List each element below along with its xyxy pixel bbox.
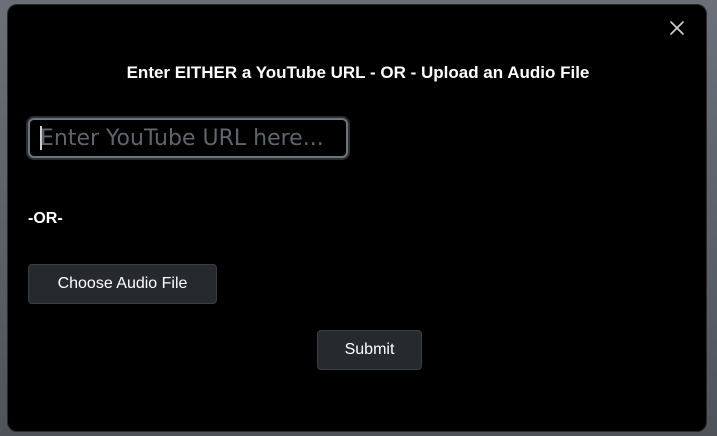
- submit-button[interactable]: Submit: [317, 330, 422, 370]
- close-icon: [670, 21, 684, 35]
- close-button[interactable]: [668, 19, 686, 37]
- choose-audio-file-button[interactable]: Choose Audio File: [28, 264, 217, 304]
- modal-title: Enter EITHER a YouTube URL - OR - Upload…: [126, 63, 590, 82]
- text-caret: [40, 126, 42, 150]
- upload-modal: Enter EITHER a YouTube URL - OR - Upload…: [7, 4, 707, 432]
- or-separator-label: -OR-: [28, 210, 63, 227]
- youtube-url-input[interactable]: [28, 118, 348, 158]
